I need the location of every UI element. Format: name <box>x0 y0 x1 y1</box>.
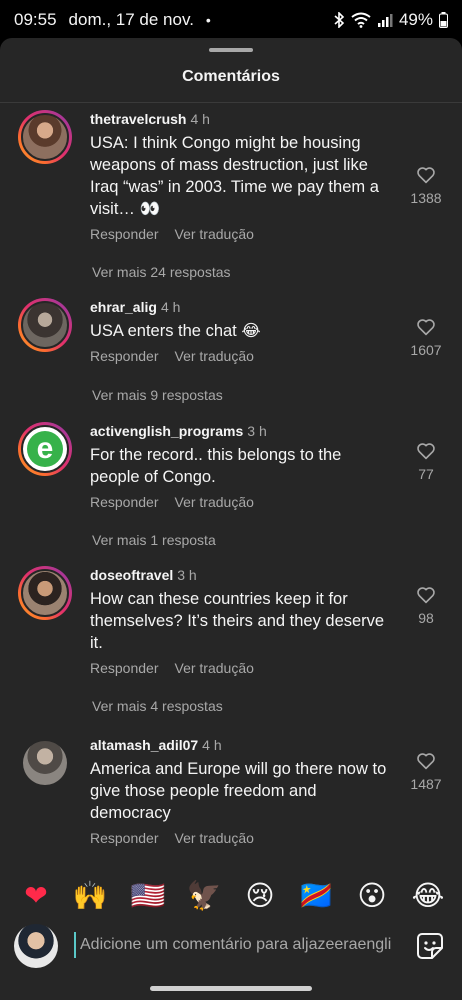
comment-body: activenglish_programs 3 h For the record.… <box>90 422 390 510</box>
wifi-icon <box>351 12 371 28</box>
avatar[interactable]: e <box>18 422 72 476</box>
comment-body: ehrar_alig 4 h USA enters the chat 😂 Resp… <box>90 298 390 364</box>
eagle-emoji[interactable]: 🦅 <box>186 878 222 914</box>
comment-text: For the record.. this belongs to the peo… <box>90 446 342 486</box>
heart-icon <box>417 753 435 770</box>
translate-button[interactable]: Ver tradução <box>175 830 254 846</box>
view-more-replies[interactable]: Ver mais 4 respostas <box>92 698 223 714</box>
status-icons <box>333 12 393 28</box>
laughing-face-emoji[interactable]: 😂 <box>410 878 446 914</box>
reply-button[interactable]: Responder <box>90 830 159 846</box>
like-button[interactable]: 77 <box>406 442 446 482</box>
emoji-bar: ❤ 🙌 🇺🇸 🦅 😢 🇨🇩 😮 😂 <box>0 878 462 914</box>
reply-button[interactable]: Responder <box>90 348 159 364</box>
heart-icon <box>417 587 435 604</box>
avatar[interactable] <box>18 736 72 790</box>
my-avatar <box>14 924 58 968</box>
signal-icon <box>377 14 393 27</box>
comment-time: 4 h <box>190 111 210 127</box>
comment-body: altamash_adil07 4 h America and Europe wi… <box>90 736 390 846</box>
like-count: 98 <box>418 610 434 626</box>
translate-button[interactable]: Ver tradução <box>175 348 254 364</box>
notification-dot: • <box>205 12 211 28</box>
battery-icon <box>439 12 448 28</box>
drag-handle[interactable] <box>209 48 253 52</box>
like-button[interactable]: 1388 <box>406 166 446 206</box>
comment-input-row <box>0 922 462 970</box>
comments-sheet: Comentários thetravelcrush 4 h USA: I thi… <box>0 38 462 1000</box>
reply-button[interactable]: Responder <box>90 660 159 676</box>
avatar[interactable] <box>18 298 72 352</box>
sheet-title: Comentários <box>182 68 280 85</box>
status-left: 09:55 dom., 17 de nov. • <box>14 10 211 30</box>
comment-username[interactable]: thetravelcrush <box>90 111 186 127</box>
bluetooth-icon <box>334 12 345 28</box>
translate-button[interactable]: Ver tradução <box>175 660 254 676</box>
status-right: 49% <box>333 10 448 30</box>
us-flag-emoji[interactable]: 🇺🇸 <box>130 878 166 914</box>
congo-flag-emoji[interactable]: 🇨🇩 <box>298 878 334 914</box>
comment-text: How can these countries keep it for them… <box>90 590 385 652</box>
comment-username[interactable]: ehrar_alig <box>90 299 157 315</box>
comment-text: USA enters the chat 😂 <box>90 322 261 340</box>
heart-icon <box>417 319 435 336</box>
like-button[interactable]: 1487 <box>406 752 446 792</box>
like-count: 1388 <box>410 190 442 206</box>
view-more-replies[interactable]: Ver mais 9 respostas <box>92 387 223 403</box>
like-button[interactable]: 1607 <box>406 318 446 358</box>
comment-time: 3 h <box>247 423 267 439</box>
like-button[interactable]: 98 <box>406 586 446 626</box>
comment-text: America and Europe will go there now to … <box>90 760 387 822</box>
surprised-face-emoji[interactable]: 😮 <box>354 878 390 914</box>
comment-text: USA: I think Congo might be housing weap… <box>90 134 379 218</box>
divider <box>0 102 462 103</box>
view-more-replies[interactable]: Ver mais 1 resposta <box>92 532 216 548</box>
like-count: 1607 <box>410 342 442 358</box>
comment-username[interactable]: activenglish_programs <box>90 423 243 439</box>
gesture-nav-handle[interactable] <box>150 986 312 991</box>
comment-time: 4 h <box>202 737 222 753</box>
heart-icon <box>417 167 435 184</box>
avatar[interactable] <box>18 566 72 620</box>
comment-time: 3 h <box>177 567 197 583</box>
comment-time: 4 h <box>160 299 181 315</box>
status-time: 09:55 <box>14 10 57 29</box>
comment-username[interactable]: doseoftravel <box>90 567 173 583</box>
translate-button[interactable]: Ver tradução <box>175 226 254 242</box>
translate-button[interactable]: Ver tradução <box>175 494 254 510</box>
screen: 09:55 dom., 17 de nov. • 49% Comentários… <box>0 0 462 1000</box>
battery-percent: 49% <box>398 10 433 29</box>
crying-face-emoji[interactable]: 😢 <box>242 878 278 914</box>
comment-body: doseoftravel 3 h How can these countries … <box>90 566 390 676</box>
status-date: dom., 17 de nov. <box>68 10 194 29</box>
sticker-icon[interactable] <box>416 932 444 960</box>
view-more-replies[interactable]: Ver mais 24 respostas <box>92 264 231 280</box>
comment-username[interactable]: altamash_adil07 <box>90 737 198 753</box>
like-count: 77 <box>418 466 434 482</box>
red-heart-emoji[interactable]: ❤ <box>18 878 54 914</box>
avatar[interactable] <box>18 110 72 164</box>
brand-logo: e <box>27 431 63 467</box>
comment-input[interactable] <box>74 932 410 958</box>
reply-button[interactable]: Responder <box>90 226 159 242</box>
like-count: 1487 <box>410 776 442 792</box>
status-bar: 09:55 dom., 17 de nov. • 49% <box>0 0 462 38</box>
comment-body: thetravelcrush 4 h USA: I think Congo mig… <box>90 110 390 242</box>
reply-button[interactable]: Responder <box>90 494 159 510</box>
raising-hands-emoji[interactable]: 🙌 <box>72 878 108 914</box>
heart-icon <box>417 443 435 460</box>
